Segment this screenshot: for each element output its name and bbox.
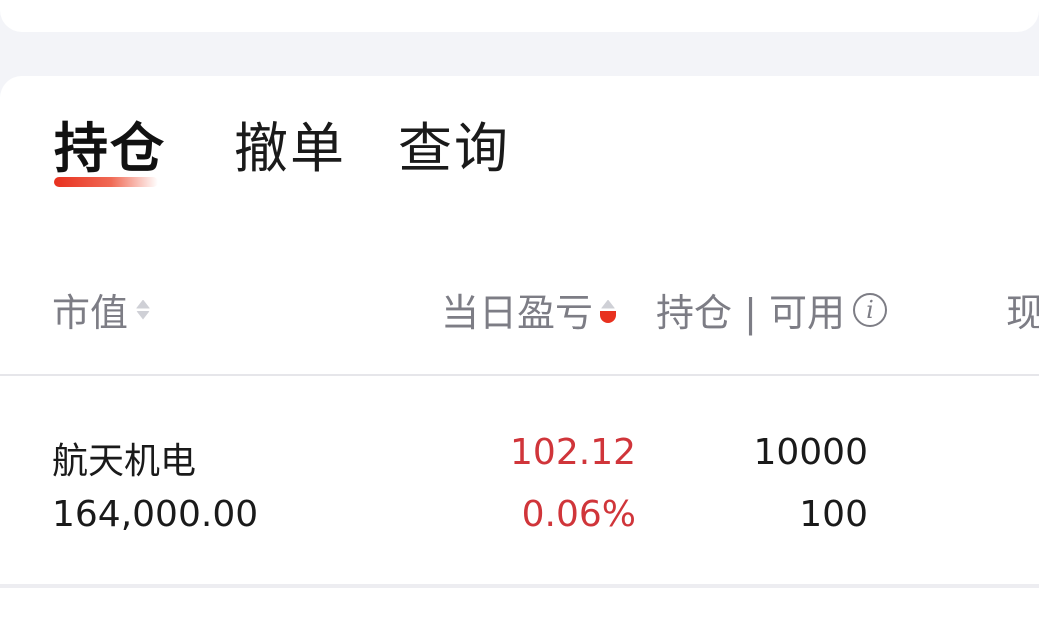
tab-cancel-order-label: 撤单 [234,117,346,180]
sort-desc-icon[interactable] [599,294,617,326]
daily-pl-amount: 102.12 [510,432,636,473]
market-value: 164,000.00 [52,494,259,535]
positions-panel: 持仓 撤单 查询 市值 当日盈亏 持仓 | 可用 现 航天机电 164,000.… [0,76,1039,636]
stock-name: 航天机电 [52,441,197,482]
header-daily-pl[interactable]: 当日盈亏 [441,282,617,337]
sort-icon[interactable] [134,294,152,326]
header-current-price[interactable]: 现 [1006,282,1039,337]
tab-cancel-order[interactable]: 撤单 [234,104,346,183]
header-market-value-label: 市值 [52,291,129,335]
header-position-label: 持仓 | 可用 [656,291,845,335]
tab-query[interactable]: 查询 [398,104,510,183]
row-separator [0,584,1039,588]
available-quantity: 100 [799,494,868,535]
header-position-available: 持仓 | 可用 [656,282,887,337]
header-divider [0,374,1039,376]
position-quantity: 10000 [753,432,868,473]
header-current-price-label: 现 [1006,291,1039,335]
tab-query-label: 查询 [398,117,510,180]
tab-holdings-label: 持仓 [54,117,166,180]
header-daily-pl-label: 当日盈亏 [441,291,594,335]
info-icon[interactable] [852,292,887,327]
header-market-value[interactable]: 市值 [52,282,152,337]
tab-holdings[interactable]: 持仓 [54,104,166,187]
daily-pl-percent: 0.06% [521,494,636,535]
top-card [0,0,1039,32]
